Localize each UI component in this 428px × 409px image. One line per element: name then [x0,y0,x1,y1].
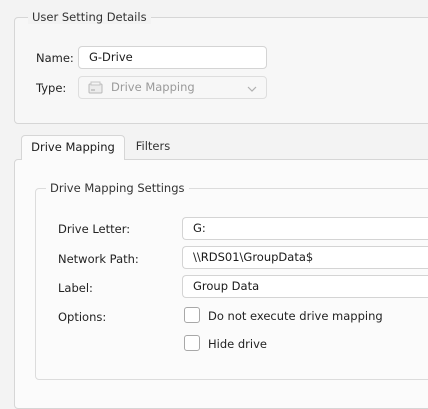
user-setting-details-group [14,17,428,124]
tab-filters[interactable]: Filters [128,135,178,160]
network-path-label: Network Path: [58,252,139,266]
drive-letter-label: Drive Letter: [58,222,131,236]
tab-strip: Drive Mapping Filters [0,135,428,160]
tab-drive-mapping[interactable]: Drive Mapping [21,135,125,160]
label-value: Group Data [193,279,260,293]
type-dropdown: Drive Mapping [78,76,267,99]
do-not-execute-checkbox[interactable] [184,307,200,323]
name-value: G-Drive [89,50,133,64]
name-label: Name: [36,51,74,65]
hide-drive-label: Hide drive [208,337,267,351]
type-label: Type: [36,81,67,95]
name-field[interactable]: G-Drive [78,46,267,69]
drive-mapping-icon [88,81,104,102]
options-label: Options: [58,310,107,324]
network-path-field[interactable]: \\RDS01\GroupData$ [182,246,428,269]
do-not-execute-label: Do not execute drive mapping [208,309,383,323]
label-field[interactable]: Group Data [182,275,428,298]
drive-letter-value: G: [193,221,206,235]
type-value: Drive Mapping [111,80,195,94]
hide-drive-checkbox[interactable] [184,335,200,351]
drive-letter-field[interactable]: G: [182,217,428,240]
drive-mapping-settings-legend: Drive Mapping Settings [46,181,189,195]
network-path-value: \\RDS01\GroupData$ [193,250,314,264]
chevron-down-icon [246,81,258,102]
label-label: Label: [58,281,93,295]
user-setting-details-legend: User Setting Details [28,10,151,24]
